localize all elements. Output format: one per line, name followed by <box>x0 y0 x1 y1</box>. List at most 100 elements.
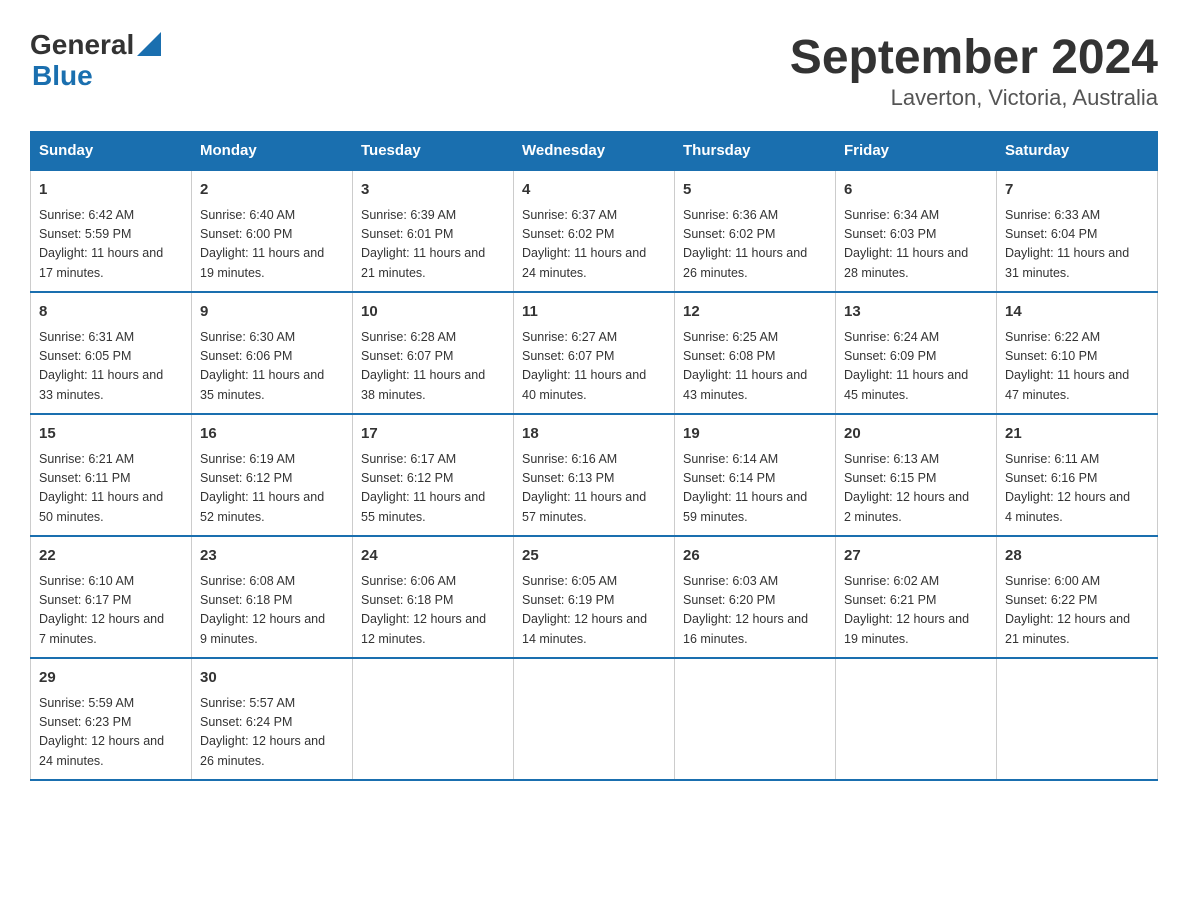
day-number: 20 <box>844 423 988 446</box>
day-info: Sunrise: 6:36 AM Sunset: 6:02 PM Dayligh… <box>683 206 827 284</box>
day-info: Sunrise: 6:00 AM Sunset: 6:22 PM Dayligh… <box>1005 572 1149 650</box>
location-title: Laverton, Victoria, Australia <box>790 85 1158 111</box>
day-info: Sunrise: 6:22 AM Sunset: 6:10 PM Dayligh… <box>1005 328 1149 406</box>
day-info: Sunrise: 6:03 AM Sunset: 6:20 PM Dayligh… <box>683 572 827 650</box>
col-wednesday: Wednesday <box>514 132 675 171</box>
table-row: 3 Sunrise: 6:39 AM Sunset: 6:01 PM Dayli… <box>353 170 514 292</box>
page-header: General Blue September 2024 Laverton, Vi… <box>30 30 1158 111</box>
day-number: 9 <box>200 301 344 324</box>
day-info: Sunrise: 6:10 AM Sunset: 6:17 PM Dayligh… <box>39 572 183 650</box>
day-number: 21 <box>1005 423 1149 446</box>
table-row: 22 Sunrise: 6:10 AM Sunset: 6:17 PM Dayl… <box>31 536 192 658</box>
table-row: 18 Sunrise: 6:16 AM Sunset: 6:13 PM Dayl… <box>514 414 675 536</box>
table-row: 1 Sunrise: 6:42 AM Sunset: 5:59 PM Dayli… <box>31 170 192 292</box>
day-number: 16 <box>200 423 344 446</box>
day-number: 13 <box>844 301 988 324</box>
day-number: 28 <box>1005 545 1149 568</box>
day-info: Sunrise: 5:59 AM Sunset: 6:23 PM Dayligh… <box>39 694 183 772</box>
day-info: Sunrise: 6:34 AM Sunset: 6:03 PM Dayligh… <box>844 206 988 284</box>
day-number: 18 <box>522 423 666 446</box>
col-monday: Monday <box>192 132 353 171</box>
table-row: 23 Sunrise: 6:08 AM Sunset: 6:18 PM Dayl… <box>192 536 353 658</box>
table-row: 25 Sunrise: 6:05 AM Sunset: 6:19 PM Dayl… <box>514 536 675 658</box>
day-number: 24 <box>361 545 505 568</box>
col-sunday: Sunday <box>31 132 192 171</box>
day-number: 30 <box>200 667 344 690</box>
month-title: September 2024 <box>790 30 1158 85</box>
table-row: 29 Sunrise: 5:59 AM Sunset: 6:23 PM Dayl… <box>31 658 192 780</box>
day-info: Sunrise: 6:05 AM Sunset: 6:19 PM Dayligh… <box>522 572 666 650</box>
table-row: 11 Sunrise: 6:27 AM Sunset: 6:07 PM Dayl… <box>514 292 675 414</box>
day-number: 26 <box>683 545 827 568</box>
day-info: Sunrise: 6:14 AM Sunset: 6:14 PM Dayligh… <box>683 450 827 528</box>
table-row: 5 Sunrise: 6:36 AM Sunset: 6:02 PM Dayli… <box>675 170 836 292</box>
day-info: Sunrise: 6:40 AM Sunset: 6:00 PM Dayligh… <box>200 206 344 284</box>
day-info: Sunrise: 6:11 AM Sunset: 6:16 PM Dayligh… <box>1005 450 1149 528</box>
table-row: 10 Sunrise: 6:28 AM Sunset: 6:07 PM Dayl… <box>353 292 514 414</box>
table-row: 15 Sunrise: 6:21 AM Sunset: 6:11 PM Dayl… <box>31 414 192 536</box>
table-row: 13 Sunrise: 6:24 AM Sunset: 6:09 PM Dayl… <box>836 292 997 414</box>
day-number: 14 <box>1005 301 1149 324</box>
day-info: Sunrise: 6:33 AM Sunset: 6:04 PM Dayligh… <box>1005 206 1149 284</box>
table-row: 8 Sunrise: 6:31 AM Sunset: 6:05 PM Dayli… <box>31 292 192 414</box>
day-info: Sunrise: 5:57 AM Sunset: 6:24 PM Dayligh… <box>200 694 344 772</box>
day-number: 23 <box>200 545 344 568</box>
day-info: Sunrise: 6:19 AM Sunset: 6:12 PM Dayligh… <box>200 450 344 528</box>
col-saturday: Saturday <box>997 132 1158 171</box>
table-row: 19 Sunrise: 6:14 AM Sunset: 6:14 PM Dayl… <box>675 414 836 536</box>
day-info: Sunrise: 6:25 AM Sunset: 6:08 PM Dayligh… <box>683 328 827 406</box>
table-row: 20 Sunrise: 6:13 AM Sunset: 6:15 PM Dayl… <box>836 414 997 536</box>
table-row: 16 Sunrise: 6:19 AM Sunset: 6:12 PM Dayl… <box>192 414 353 536</box>
day-number: 12 <box>683 301 827 324</box>
table-row: 24 Sunrise: 6:06 AM Sunset: 6:18 PM Dayl… <box>353 536 514 658</box>
day-number: 19 <box>683 423 827 446</box>
day-info: Sunrise: 6:28 AM Sunset: 6:07 PM Dayligh… <box>361 328 505 406</box>
table-row: 14 Sunrise: 6:22 AM Sunset: 6:10 PM Dayl… <box>997 292 1158 414</box>
day-info: Sunrise: 6:06 AM Sunset: 6:18 PM Dayligh… <box>361 572 505 650</box>
col-tuesday: Tuesday <box>353 132 514 171</box>
day-number: 17 <box>361 423 505 446</box>
table-row: 17 Sunrise: 6:17 AM Sunset: 6:12 PM Dayl… <box>353 414 514 536</box>
day-number: 5 <box>683 179 827 202</box>
day-info: Sunrise: 6:27 AM Sunset: 6:07 PM Dayligh… <box>522 328 666 406</box>
table-row <box>353 658 514 780</box>
table-row <box>997 658 1158 780</box>
table-row: 21 Sunrise: 6:11 AM Sunset: 6:16 PM Dayl… <box>997 414 1158 536</box>
day-number: 6 <box>844 179 988 202</box>
table-row: 12 Sunrise: 6:25 AM Sunset: 6:08 PM Dayl… <box>675 292 836 414</box>
day-number: 1 <box>39 179 183 202</box>
day-number: 4 <box>522 179 666 202</box>
day-info: Sunrise: 6:02 AM Sunset: 6:21 PM Dayligh… <box>844 572 988 650</box>
day-info: Sunrise: 6:08 AM Sunset: 6:18 PM Dayligh… <box>200 572 344 650</box>
table-row <box>514 658 675 780</box>
day-info: Sunrise: 6:31 AM Sunset: 6:05 PM Dayligh… <box>39 328 183 406</box>
day-number: 8 <box>39 301 183 324</box>
day-number: 22 <box>39 545 183 568</box>
day-info: Sunrise: 6:21 AM Sunset: 6:11 PM Dayligh… <box>39 450 183 528</box>
day-info: Sunrise: 6:42 AM Sunset: 5:59 PM Dayligh… <box>39 206 183 284</box>
day-number: 7 <box>1005 179 1149 202</box>
table-row: 2 Sunrise: 6:40 AM Sunset: 6:00 PM Dayli… <box>192 170 353 292</box>
title-block: September 2024 Laverton, Victoria, Austr… <box>790 30 1158 111</box>
day-info: Sunrise: 6:16 AM Sunset: 6:13 PM Dayligh… <box>522 450 666 528</box>
table-row: 4 Sunrise: 6:37 AM Sunset: 6:02 PM Dayli… <box>514 170 675 292</box>
table-row: 30 Sunrise: 5:57 AM Sunset: 6:24 PM Dayl… <box>192 658 353 780</box>
day-number: 10 <box>361 301 505 324</box>
calendar-header-row: Sunday Monday Tuesday Wednesday Thursday… <box>31 132 1158 171</box>
table-row: 9 Sunrise: 6:30 AM Sunset: 6:06 PM Dayli… <box>192 292 353 414</box>
day-number: 3 <box>361 179 505 202</box>
logo-triangle-icon <box>137 32 161 56</box>
table-row: 26 Sunrise: 6:03 AM Sunset: 6:20 PM Dayl… <box>675 536 836 658</box>
logo-text-general: General <box>30 30 134 61</box>
day-number: 11 <box>522 301 666 324</box>
table-row: 27 Sunrise: 6:02 AM Sunset: 6:21 PM Dayl… <box>836 536 997 658</box>
day-info: Sunrise: 6:17 AM Sunset: 6:12 PM Dayligh… <box>361 450 505 528</box>
day-number: 15 <box>39 423 183 446</box>
calendar-table: Sunday Monday Tuesday Wednesday Thursday… <box>30 131 1158 781</box>
day-info: Sunrise: 6:39 AM Sunset: 6:01 PM Dayligh… <box>361 206 505 284</box>
table-row <box>836 658 997 780</box>
day-info: Sunrise: 6:30 AM Sunset: 6:06 PM Dayligh… <box>200 328 344 406</box>
logo-text-blue: Blue <box>32 61 161 92</box>
col-friday: Friday <box>836 132 997 171</box>
day-number: 27 <box>844 545 988 568</box>
